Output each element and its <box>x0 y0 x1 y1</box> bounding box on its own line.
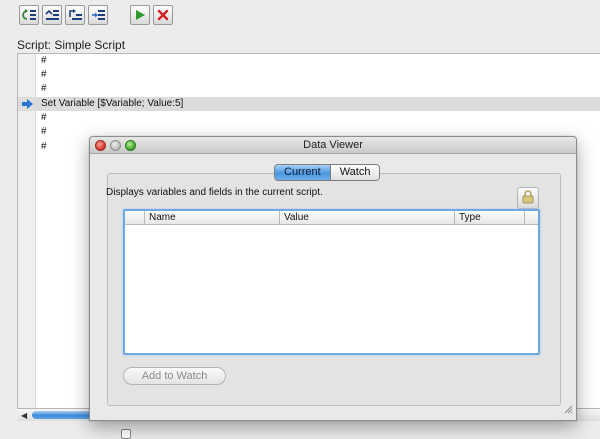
column-header-type[interactable]: Type <box>455 211 525 224</box>
set-next-step-button[interactable] <box>88 5 108 25</box>
step-over-button[interactable] <box>42 5 62 25</box>
data-viewer-window: Data Viewer Current Watch Displays varia… <box>89 136 577 421</box>
set-next-step-icon <box>91 9 105 21</box>
run-button[interactable] <box>130 5 150 25</box>
debugger-toolbar <box>19 5 173 27</box>
script-line-current[interactable]: Set Variable [$Variable; Value:5] <box>18 97 600 111</box>
step-into-button[interactable] <box>19 5 39 25</box>
script-line[interactable]: # <box>18 68 600 82</box>
script-line[interactable]: # <box>18 54 600 68</box>
tab-current[interactable]: Current <box>275 165 330 180</box>
viewer-description: Displays variables and fields in the cur… <box>106 187 323 198</box>
column-header-select[interactable] <box>125 211 145 224</box>
step-over-icon <box>45 9 59 21</box>
add-to-watch-button[interactable]: Add to Watch <box>123 367 226 385</box>
lock-icon <box>522 189 534 207</box>
halt-button[interactable] <box>153 5 173 25</box>
script-line[interactable]: # <box>18 111 600 125</box>
window-titlebar[interactable]: Data Viewer <box>90 137 576 154</box>
variables-table[interactable]: Name Value Type <box>123 209 540 355</box>
script-name-label: Script: Simple Script <box>17 38 126 52</box>
tab-watch[interactable]: Watch <box>330 165 380 180</box>
halt-icon <box>157 9 169 21</box>
resize-grip-icon[interactable] <box>563 404 573 417</box>
run-icon <box>134 9 146 21</box>
lock-button[interactable] <box>517 187 539 209</box>
bottom-checkbox[interactable] <box>121 429 131 439</box>
scroll-left-icon[interactable]: ◀ <box>21 411 27 420</box>
script-line[interactable]: # <box>18 82 600 96</box>
viewer-tabs: Current Watch <box>274 164 381 181</box>
step-into-icon <box>22 9 36 21</box>
column-header-name[interactable]: Name <box>145 211 280 224</box>
window-title: Data Viewer <box>303 139 363 151</box>
step-out-button[interactable] <box>65 5 85 25</box>
column-header-value[interactable]: Value <box>280 211 455 224</box>
table-header: Name Value Type <box>125 211 538 225</box>
column-header-spacer <box>525 211 538 224</box>
step-out-icon <box>68 9 82 21</box>
